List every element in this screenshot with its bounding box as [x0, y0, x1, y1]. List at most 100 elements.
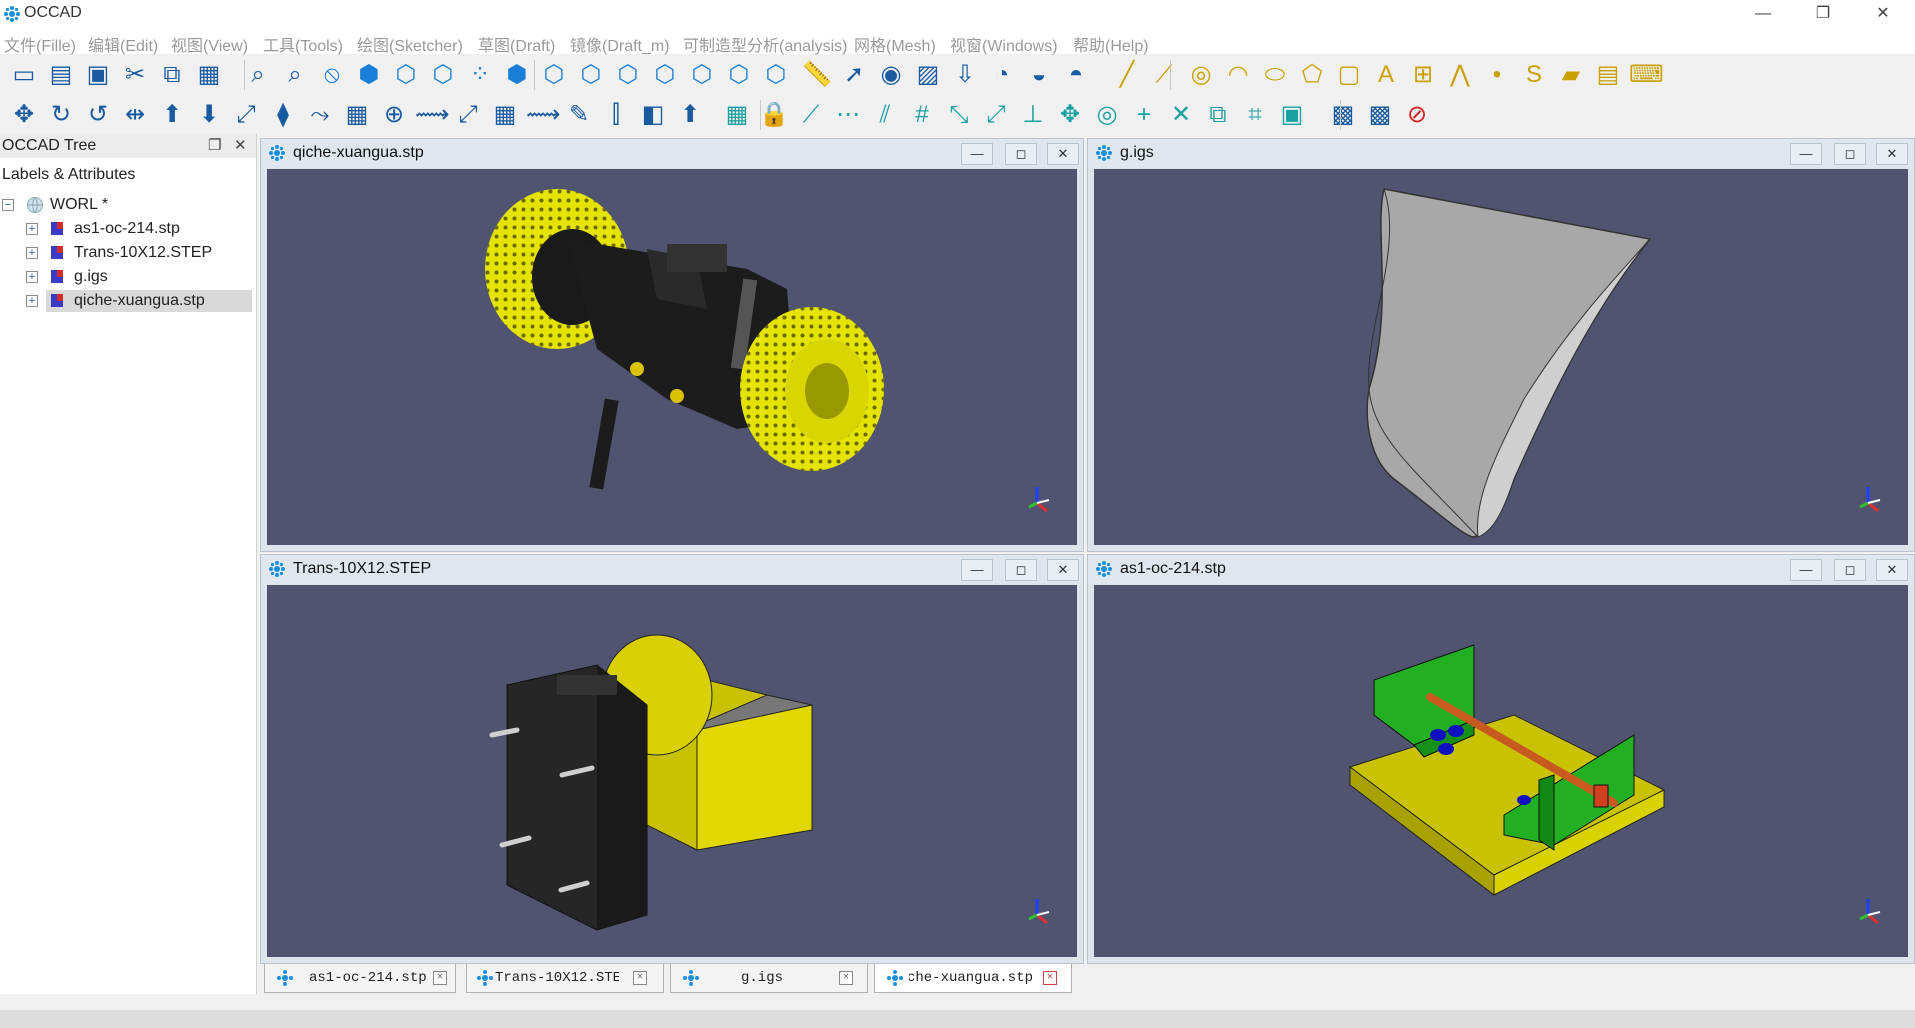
subwindow-as1[interactable]: as1-oc-214.stp — ◻ ✕ — [1087, 554, 1915, 964]
subwindow-minimize-button[interactable]: — — [1790, 143, 1822, 165]
view-front-icon[interactable]: ⬡ — [538, 59, 570, 91]
tab-close-icon[interactable]: ✕ — [633, 971, 647, 985]
viewport-3d[interactable] — [267, 169, 1077, 545]
view-iso-icon[interactable]: ⬡ — [760, 59, 792, 91]
menu-windows[interactable]: 视窗(Windows) — [950, 32, 1058, 56]
wireframe-cube-icon[interactable]: ⬡ — [390, 59, 422, 91]
copy-icon[interactable]: ⧉ — [156, 59, 188, 91]
hide-icon[interactable]: ◒ — [1023, 59, 1055, 91]
subwindow-qiche[interactable]: qiche-xuangua.stp — ◻ ✕ — [260, 138, 1084, 552]
snap-face-icon[interactable]: ▣ — [1276, 99, 1308, 131]
dimension-icon[interactable]: ⊞ — [1407, 59, 1439, 91]
float-icon[interactable]: ❐ — [208, 136, 221, 154]
label-icon[interactable]: ⌨ — [1629, 59, 1664, 91]
grid-icon[interactable]: ▦ — [721, 99, 753, 131]
viewport-3d[interactable] — [267, 585, 1077, 957]
snap-special-icon[interactable]: ✥ — [1054, 99, 1086, 131]
bspline-icon[interactable]: ⋀ — [1444, 59, 1476, 91]
open-icon[interactable]: ▤ — [45, 59, 77, 91]
expand-icon[interactable]: + — [26, 223, 38, 235]
point-icon[interactable]: • — [1481, 59, 1513, 91]
mirror-icon[interactable]: ⫿ — [600, 99, 632, 131]
menu-draft[interactable]: 草图(Draft) — [478, 32, 555, 56]
offset-icon[interactable]: ↺ — [82, 99, 114, 131]
expand-icon[interactable]: + — [26, 271, 38, 283]
subwindow-restore-button[interactable]: ◻ — [1005, 143, 1037, 165]
snap-perpendicular-icon[interactable]: ⊥ — [1017, 99, 1049, 131]
menu-edit[interactable]: 编辑(Edit) — [88, 32, 158, 56]
face-icon[interactable]: ▰ — [1555, 59, 1587, 91]
view-top-icon[interactable]: ⬡ — [612, 59, 644, 91]
clone-icon[interactable]: ⊕ — [378, 99, 410, 131]
measure-icon[interactable]: 📏 — [801, 59, 833, 91]
snap-extension-icon[interactable]: ⤡ — [943, 99, 975, 131]
edit-icon[interactable]: ✎ — [563, 99, 595, 131]
upgrade-icon[interactable]: ⬆ — [156, 99, 188, 131]
no-shading-icon[interactable]: ⦸ — [316, 59, 348, 91]
import-icon[interactable]: ⇩ — [949, 59, 981, 91]
collapse-icon[interactable]: − — [2, 199, 14, 211]
snap-center-icon[interactable]: ◎ — [1091, 99, 1123, 131]
close-button[interactable]: ✕ — [1860, 0, 1906, 28]
working-plane-icon[interactable]: ⧉ — [1202, 99, 1234, 131]
menu-mesh[interactable]: 网格(Mesh) — [854, 32, 936, 56]
points-icon[interactable]: ⁘ — [464, 59, 496, 91]
text-icon[interactable]: A — [1370, 59, 1402, 91]
save-icon[interactable]: ▣ — [82, 59, 114, 91]
stretch-icon[interactable]: ⤢ — [452, 99, 484, 131]
viewport-3d[interactable] — [1094, 585, 1908, 957]
tree-item-selected[interactable]: + qiche-xuangua.stp — [26, 290, 252, 312]
wireframe-cube2-icon[interactable]: ⬡ — [427, 59, 459, 91]
subwindow-close-button[interactable]: ✕ — [1876, 559, 1908, 581]
cut-icon[interactable]: ✂ — [119, 59, 151, 91]
new-icon[interactable]: ▭ — [8, 59, 40, 91]
expand-icon[interactable]: + — [26, 295, 38, 307]
expand-icon[interactable]: + — [26, 247, 38, 259]
arc-icon[interactable]: ◠ — [1222, 59, 1254, 91]
scale-icon[interactable]: ⤢ — [230, 99, 262, 131]
snap-cross-icon[interactable]: ✕ — [1165, 99, 1197, 131]
subwindow-close-button[interactable]: ✕ — [1047, 559, 1079, 581]
image-icon[interactable]: ▨ — [912, 59, 944, 91]
path-array-icon[interactable]: ⟿ — [526, 99, 560, 131]
subwindow-minimize-button[interactable]: — — [961, 143, 993, 165]
menu-draft-m[interactable]: 镜像(Draft_m) — [570, 32, 670, 56]
heal-icon[interactable]: ⬆ — [674, 99, 706, 131]
snap-plus-icon[interactable]: + — [1128, 99, 1160, 131]
view-back-icon[interactable]: ⬡ — [575, 59, 607, 91]
tab-close-icon[interactable]: ✕ — [1043, 971, 1057, 985]
wire-icon[interactable]: ⟿ — [415, 99, 449, 131]
shape2d-icon[interactable]: ⧫ — [267, 99, 299, 131]
zoom-icon[interactable]: ⌕ — [279, 59, 311, 91]
lock-icon[interactable]: 🔒 — [758, 99, 790, 131]
box-g-icon[interactable]: ▩ — [1364, 99, 1396, 131]
snap-grid-icon[interactable]: # — [906, 99, 938, 131]
tree-item[interactable]: + Trans-10X12.STEP — [26, 242, 252, 264]
draft2sketch-icon[interactable]: ⤳ — [304, 99, 336, 131]
snap-line-icon[interactable]: ⟋ — [795, 99, 827, 131]
downgrade-icon[interactable]: ⬇ — [193, 99, 225, 131]
sketch-proxy-icon[interactable]: ⌗ — [1239, 99, 1271, 131]
subwindow-close-button[interactable]: ✕ — [1047, 143, 1079, 165]
hatch-icon[interactable]: ▤ — [1592, 59, 1624, 91]
tree-root[interactable]: − WORL * — [2, 194, 252, 216]
view-left-icon[interactable]: ⬡ — [686, 59, 718, 91]
rotate-icon[interactable]: ↻ — [45, 99, 77, 131]
select-arrow-icon[interactable]: ➚ — [838, 59, 870, 91]
subwindow-restore-button[interactable]: ◻ — [1834, 559, 1866, 581]
close-icon[interactable]: ✕ — [234, 136, 247, 154]
tree-item[interactable]: + as1-oc-214.stp — [26, 218, 252, 240]
snap-dots-icon[interactable]: ⋯ — [832, 99, 864, 131]
tab-gigs[interactable]: g.igs ✕ — [670, 964, 868, 993]
circle-icon[interactable]: ◎ — [1185, 59, 1217, 91]
maximize-button[interactable]: ❐ — [1800, 0, 1846, 28]
snap-parallel-icon[interactable]: ⫽ — [869, 99, 901, 131]
tab-close-icon[interactable]: ✕ — [433, 971, 447, 985]
polyline-icon[interactable]: ⟋ — [1148, 59, 1180, 91]
menu-file[interactable]: 文件(Fille) — [4, 32, 76, 56]
view-bottom-icon[interactable]: ⬡ — [649, 59, 681, 91]
subwindow-restore-button[interactable]: ◻ — [1834, 143, 1866, 165]
array-icon[interactable]: ▦ — [341, 99, 373, 131]
tab-as1[interactable]: as1-oc-214.stp ✕ — [264, 964, 456, 993]
box-n-icon[interactable]: ▩ — [1327, 99, 1359, 131]
